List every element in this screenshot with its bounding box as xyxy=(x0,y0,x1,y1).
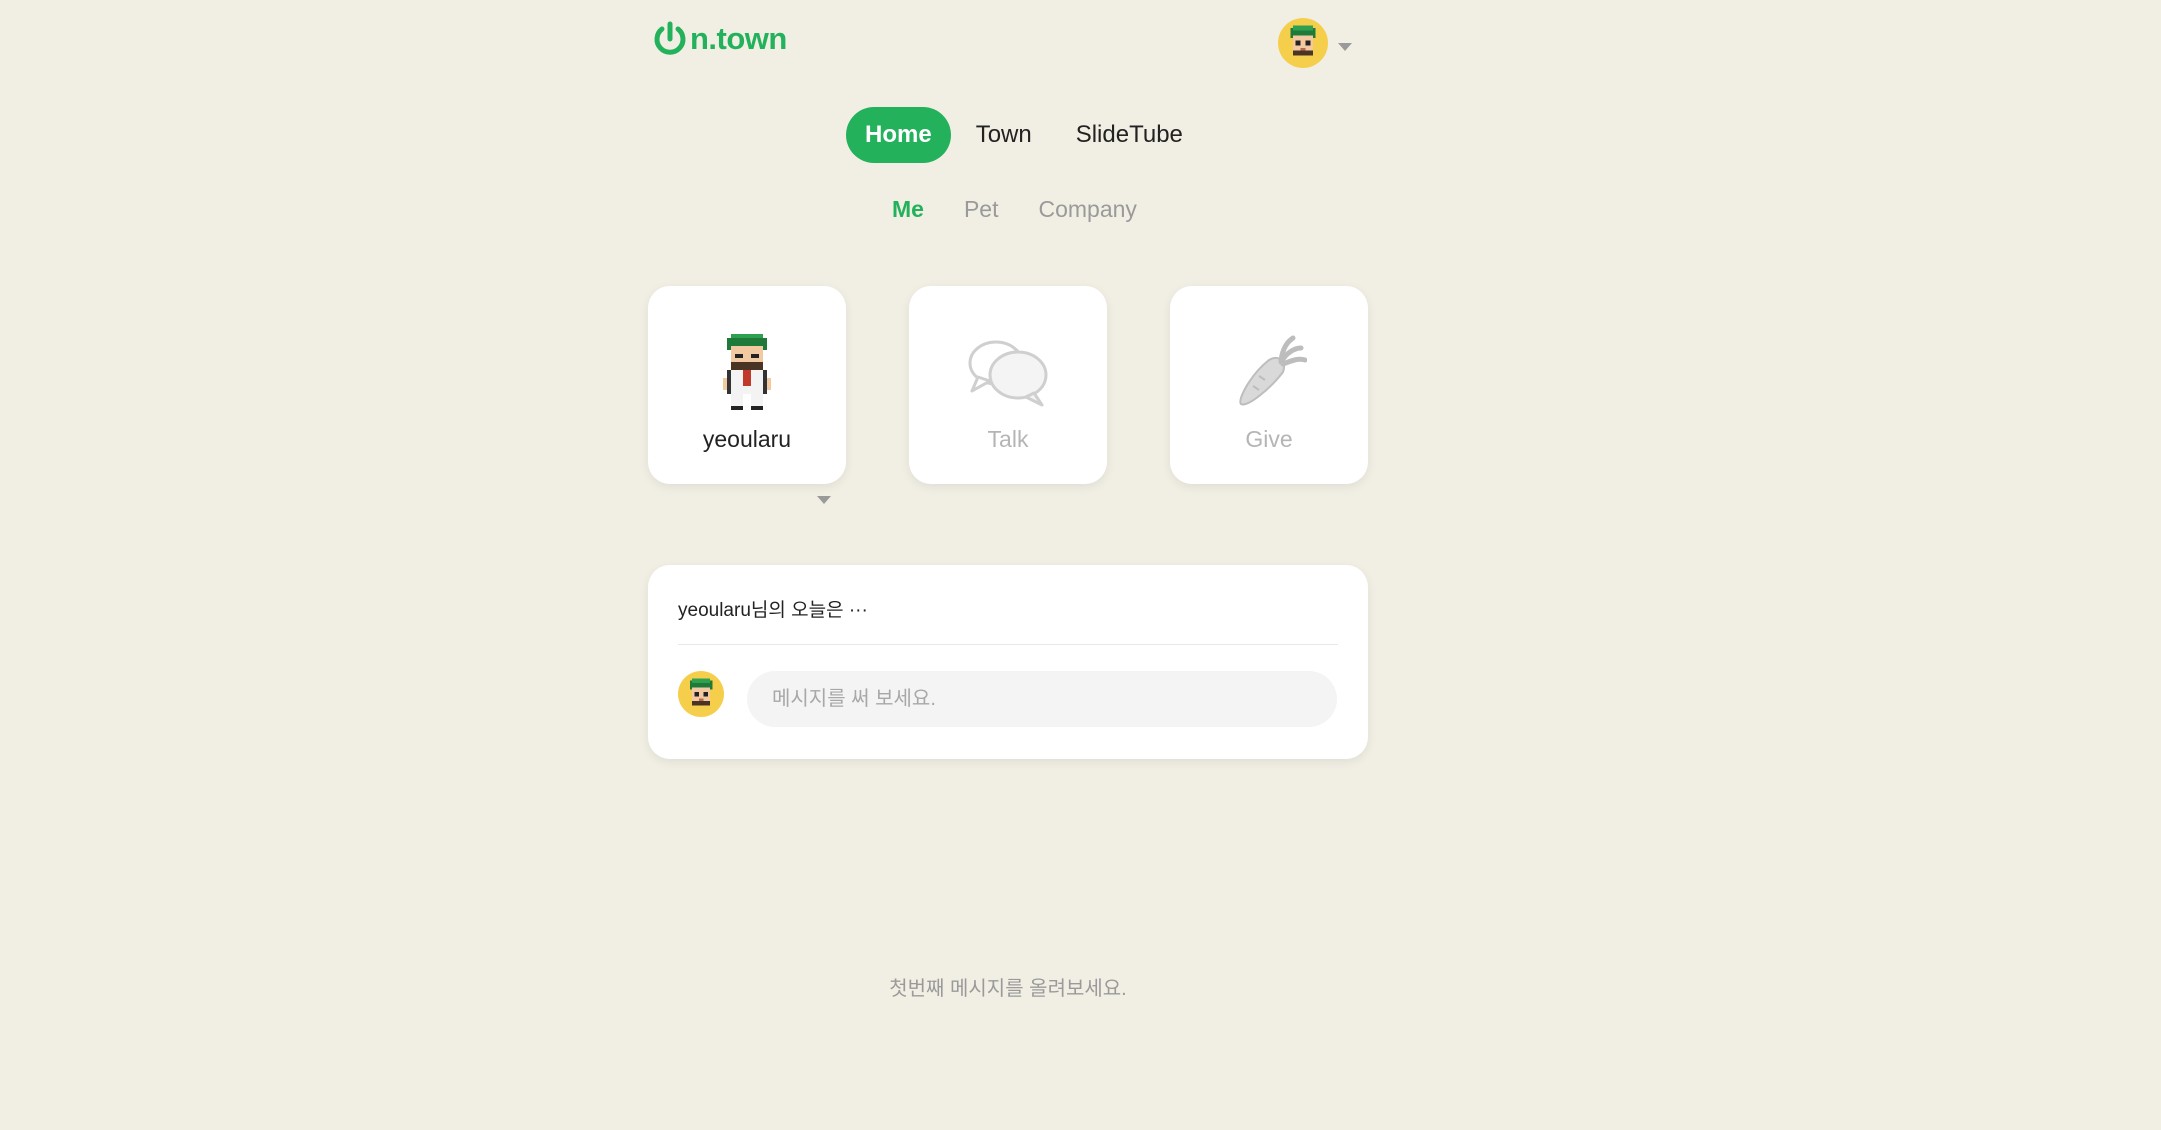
carrot-icon xyxy=(1239,335,1307,406)
card-talk[interactable]: Talk xyxy=(909,286,1107,484)
chevron-down-icon[interactable] xyxy=(1338,43,1352,51)
subtab-pet[interactable]: Pet xyxy=(964,196,999,223)
tab-home[interactable]: Home xyxy=(846,107,951,163)
card-give[interactable]: Give xyxy=(1170,286,1368,484)
user-avatar xyxy=(678,671,724,717)
user-avatar[interactable] xyxy=(1278,18,1328,68)
panel-title: yeoularu님의 오늘은 ··· xyxy=(678,600,868,621)
logo-text: n.town xyxy=(690,21,787,56)
tab-town[interactable]: Town xyxy=(957,107,1051,163)
subtab-me[interactable]: Me xyxy=(892,196,924,223)
message-input[interactable] xyxy=(747,671,1337,727)
card-talk-label: Talk xyxy=(987,426,1029,452)
message-panel: yeoularu님의 오늘은 ··· xyxy=(648,565,1368,759)
card-me-label: yeoularu xyxy=(702,426,792,452)
pixel-face-icon xyxy=(689,678,713,706)
power-icon xyxy=(654,21,686,55)
empty-state-note: 첫번째 메시지를 올려보세요. xyxy=(889,978,1127,1000)
profile-menu[interactable] xyxy=(1278,18,1352,68)
card-give-label: Give xyxy=(1245,426,1293,452)
pixel-character-icon xyxy=(723,334,771,410)
divider xyxy=(678,644,1338,645)
pixel-face-icon xyxy=(1290,25,1316,56)
tab-slidetube[interactable]: SlideTube xyxy=(1057,107,1202,163)
sub-nav: Me Pet Company xyxy=(892,196,1137,223)
subtab-company[interactable]: Company xyxy=(1038,196,1136,223)
ontown-logo[interactable]: n.town xyxy=(652,20,787,58)
page: n.town Home Town SlideTube Me Pet Compan… xyxy=(0,0,2161,1130)
speech-bubbles-icon xyxy=(968,340,1048,407)
chevron-down-icon[interactable] xyxy=(817,496,831,504)
main-nav: Home Town SlideTube xyxy=(846,107,1202,163)
card-me[interactable]: yeoularu xyxy=(648,286,846,484)
